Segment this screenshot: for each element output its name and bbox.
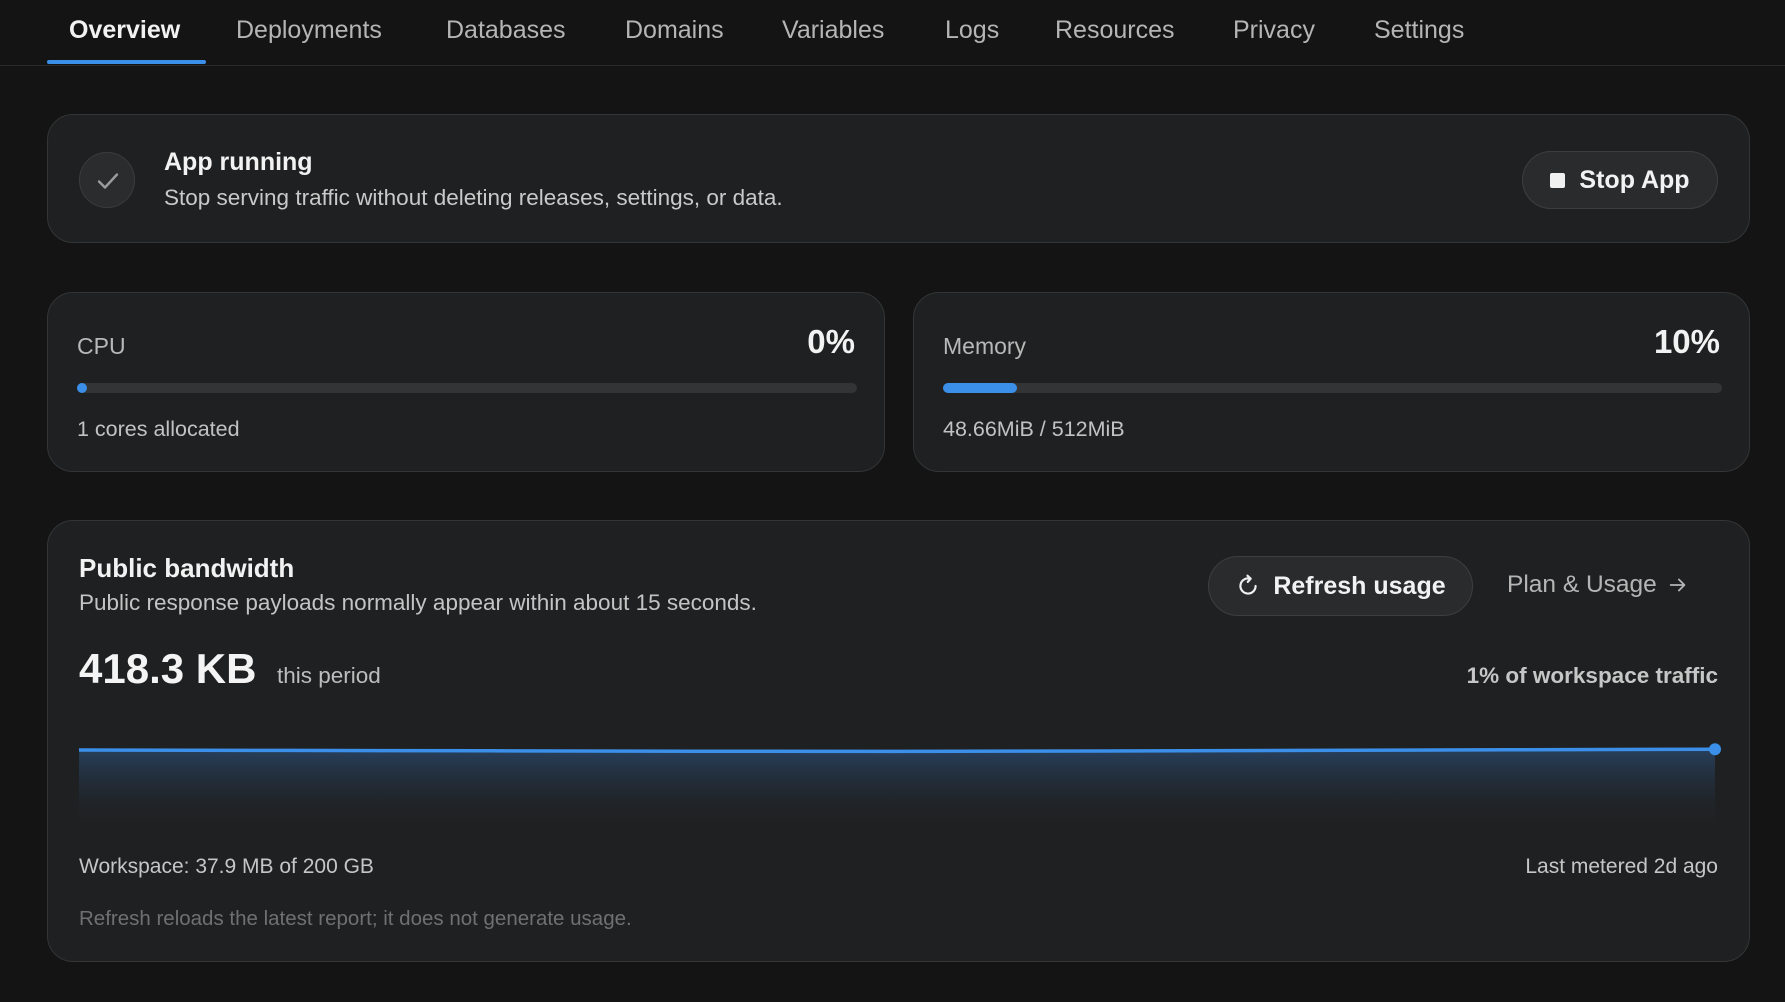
public-bandwidth-card: Public bandwidth Public response payload… [47,520,1750,962]
refresh-icon [1239,574,1258,595]
last-metered-text: Last metered 2d ago [1525,855,1718,878]
memory-card: Memory 10% 48.66MiB / 512MiB [913,292,1750,472]
workspace-traffic-share: 1% of workspace traffic [1466,663,1718,688]
memory-label: Memory [943,333,1027,359]
tab-privacy[interactable]: Privacy [1233,16,1315,48]
stop-icon [1550,172,1566,188]
tab-bar: Overview Deployments Databases Domains V… [0,0,1785,66]
app-overview-page: Overview Deployments Databases Domains V… [0,0,1785,1002]
memory-value: 10% [1653,323,1720,360]
tab-domains[interactable]: Domains [625,16,724,48]
tab-settings[interactable]: Settings [1374,16,1464,48]
stop-app-label: Stop App [1579,165,1690,194]
active-tab-indicator [47,60,206,64]
check-icon [97,173,119,189]
tab-resources[interactable]: Resources [1055,16,1175,48]
refresh-usage-label: Refresh usage [1273,571,1446,600]
arrow-right-icon [1669,578,1686,592]
memory-progress-fill [943,383,1017,393]
memory-usage-text: 48.66MiB / 512MiB [943,417,1125,441]
bandwidth-period: this period [277,663,381,688]
cpu-progress-fill [77,383,87,393]
tab-overview[interactable]: Overview [69,16,180,48]
memory-progress-track [943,383,1722,393]
stop-app-button[interactable]: Stop App [1522,151,1718,209]
tab-databases[interactable]: Databases [446,16,566,48]
bandwidth-description: Public response payloads normally appear… [79,590,757,615]
plan-usage-link[interactable]: Plan & Usage [1507,571,1689,599]
workspace-usage-text: Workspace: 37.9 MB of 200 GB [79,855,374,878]
status-title: App running [164,148,313,176]
tab-logs[interactable]: Logs [945,16,999,48]
bandwidth-title: Public bandwidth [79,553,295,583]
status-indicator [79,152,135,208]
bandwidth-chart [79,743,1721,831]
bandwidth-latest-point [1709,743,1721,756]
cpu-value: 0% [807,323,855,360]
cpu-cores-text: 1 cores allocated [77,417,240,441]
refresh-usage-button[interactable]: Refresh usage [1208,556,1473,616]
plan-usage-label: Plan & Usage [1507,571,1657,598]
app-status-card: App running Stop serving traffic without… [47,114,1750,243]
cpu-card: CPU 0% 1 cores allocated [47,292,885,472]
refresh-note: Refresh reloads the latest report; it do… [79,907,632,930]
cpu-progress-track [77,383,857,393]
tab-deployments[interactable]: Deployments [236,16,382,48]
tab-variables[interactable]: Variables [782,16,884,48]
bandwidth-line [79,747,1716,754]
bandwidth-area [79,749,1715,831]
status-description: Stop serving traffic without deleting re… [164,185,783,210]
cpu-label: CPU [77,333,126,359]
bandwidth-amount: 418.3 KB [79,645,257,692]
